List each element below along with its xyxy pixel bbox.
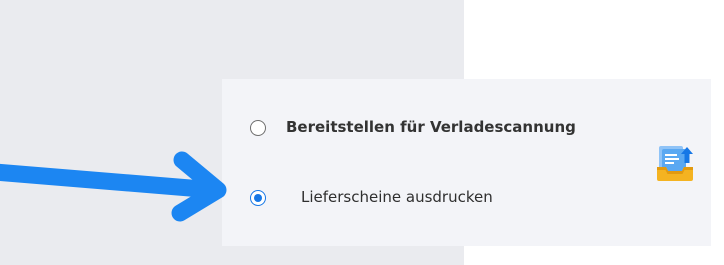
radio-selected-dot [253, 193, 262, 202]
radio-label-bereitstellen[interactable]: Bereitstellen für Verladescannung [286, 118, 576, 136]
radio-bereitstellen[interactable] [250, 120, 266, 136]
radio-lieferscheine[interactable] [250, 190, 266, 206]
pointer-arrow-icon [0, 151, 227, 222]
delivery-option-panel [222, 79, 711, 246]
radio-label-lieferscheine[interactable]: Lieferscheine ausdrucken [301, 188, 493, 206]
tray-upload-icon [655, 143, 695, 183]
